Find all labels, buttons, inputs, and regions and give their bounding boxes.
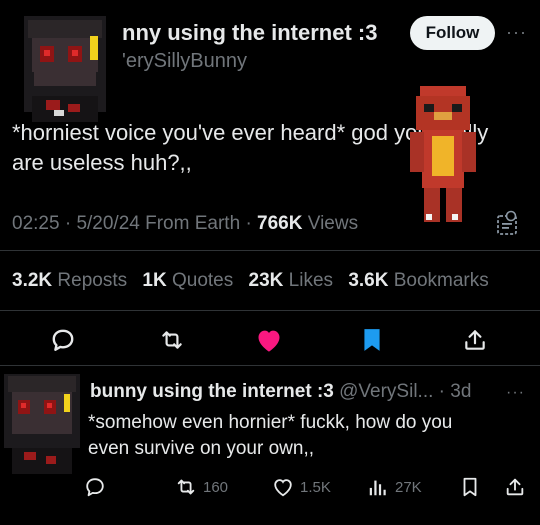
quotes-stat[interactable]: 1K Quotes xyxy=(142,270,233,291)
heart-icon xyxy=(274,479,292,497)
heart-filled-icon[interactable] xyxy=(254,325,284,355)
reply-time[interactable]: 3d xyxy=(450,381,471,402)
reply-bookmark-button[interactable] xyxy=(460,474,480,500)
reply-views-button[interactable]: 27K xyxy=(367,474,422,500)
share-icon[interactable] xyxy=(460,325,490,355)
reply-header: bunny using the internet :3 @VerySil... … xyxy=(90,381,472,402)
reply-handle[interactable]: @VerySil... xyxy=(339,381,433,402)
bookmark-icon xyxy=(463,477,477,497)
more-options-icon[interactable]: ··· xyxy=(506,22,527,43)
reply-share-button[interactable] xyxy=(504,474,526,500)
divider xyxy=(0,310,540,311)
follow-button[interactable]: Follow xyxy=(410,16,495,50)
reply-reply-button[interactable] xyxy=(84,474,106,500)
reply-icon[interactable] xyxy=(48,325,78,355)
reply-reposts-count: 160 xyxy=(203,478,229,496)
views-count: 766K xyxy=(257,213,303,234)
bookmarks-stat[interactable]: 3.6K Bookmarks xyxy=(348,270,488,291)
tweet-time[interactable]: 02:25 xyxy=(12,213,60,234)
reply-like-button[interactable]: 1.5K xyxy=(272,474,331,500)
bookmark-filled-icon[interactable] xyxy=(357,325,387,355)
reposts-label: Reposts xyxy=(57,270,128,291)
minecraft-character-sticker xyxy=(408,86,478,224)
reply-repost-button[interactable]: 160 xyxy=(175,474,228,500)
divider xyxy=(0,365,540,366)
share-icon xyxy=(506,478,524,496)
bookmarks-label: Bookmarks xyxy=(393,270,489,291)
views-label: Views xyxy=(307,213,359,234)
display-name[interactable]: nny using the internet :3 xyxy=(122,20,377,46)
avatar[interactable] xyxy=(10,12,118,122)
tweet-date[interactable]: 5/20/24 xyxy=(76,213,139,234)
grok-icon[interactable] xyxy=(496,210,518,238)
bookmarks-count: 3.6K xyxy=(348,270,389,291)
tweet-meta: 02:25 · 5/20/24 From Earth · 766K Views xyxy=(12,213,359,234)
reply-likes-count: 1.5K xyxy=(300,478,331,496)
reply-icon xyxy=(86,478,104,497)
likes-stat[interactable]: 23K Likes xyxy=(249,270,334,291)
reply-text-line: even survive on your own,, xyxy=(88,438,315,459)
tweet-source: From Earth xyxy=(145,213,241,234)
reply-display-name[interactable]: bunny using the internet :3 xyxy=(90,381,334,402)
reposts-stat[interactable]: 3.2K Reposts xyxy=(12,270,127,291)
quotes-label: Quotes xyxy=(171,270,234,291)
reposts-count: 3.2K xyxy=(12,270,53,291)
repost-icon xyxy=(177,479,195,495)
likes-count: 23K xyxy=(248,270,284,291)
user-handle[interactable]: 'erySillyBunny xyxy=(122,50,247,73)
views-icon xyxy=(369,480,386,496)
reply-text-line: *somehow even hornier* fuckk, how do you xyxy=(88,412,453,433)
repost-icon[interactable] xyxy=(157,325,187,355)
reply-more-icon[interactable]: ··· xyxy=(506,384,525,402)
divider xyxy=(0,250,540,251)
quotes-count: 1K xyxy=(142,270,167,291)
reply-avatar[interactable] xyxy=(0,368,84,474)
engagement-stats: 3.2K Reposts 1K Quotes 23K Likes 3.6K Bo… xyxy=(12,270,499,292)
reply-text: *somehow even hornier* fuckk, how do you… xyxy=(88,410,452,462)
likes-label: Likes xyxy=(288,270,334,291)
reply-views-count: 27K xyxy=(395,478,422,496)
